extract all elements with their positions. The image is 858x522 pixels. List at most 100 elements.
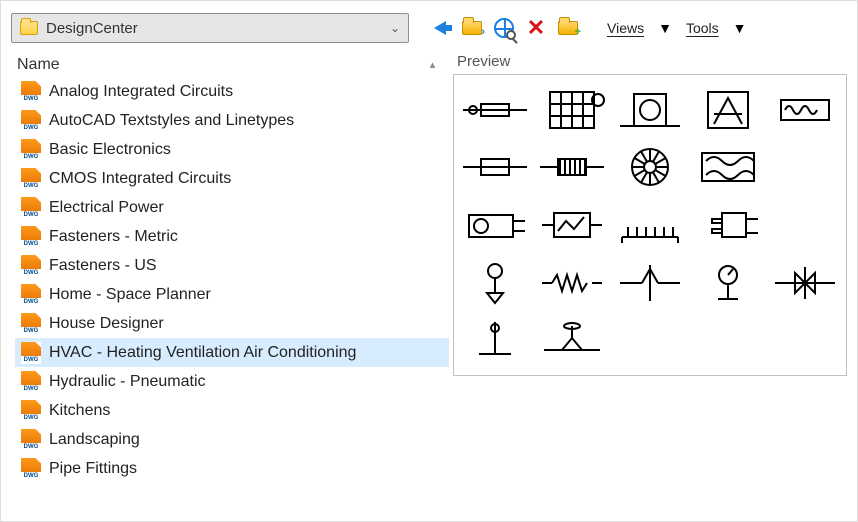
chevron-down-icon[interactable]: ▼ <box>658 20 672 36</box>
preview-thumbnail[interactable] <box>456 311 534 369</box>
list-column-header[interactable]: Name ▴ <box>15 53 449 77</box>
chevron-down-icon: ⌄ <box>390 21 400 35</box>
list-item[interactable]: CMOS Integrated Circuits <box>15 164 449 193</box>
dwg-file-icon <box>21 429 41 451</box>
list-item-label: Basic Electronics <box>49 141 171 159</box>
list-item-label: Home - Space Planner <box>49 286 211 304</box>
folder-dropdown[interactable]: DesignCenter ⌄ <box>11 13 409 43</box>
dwg-file-icon <box>21 197 41 219</box>
delete-button[interactable]: ✕ <box>523 15 549 41</box>
tools-menu[interactable]: Tools <box>678 15 727 41</box>
globe-search-icon <box>494 18 514 38</box>
list-item[interactable]: Hydraulic - Pneumatic <box>15 367 449 396</box>
flex-duct-icon <box>536 141 608 193</box>
open-folder-icon: › <box>462 21 482 35</box>
dwg-file-icon <box>21 226 41 248</box>
globe-valve-icon <box>536 314 608 366</box>
fan-unit-icon <box>614 84 686 136</box>
preview-thumbnail[interactable] <box>766 81 844 139</box>
preview-thumbnail[interactable] <box>611 254 689 312</box>
list-item[interactable]: Kitchens <box>15 396 449 425</box>
radial-fan-icon <box>614 141 686 193</box>
list-item-label: Landscaping <box>49 431 140 449</box>
file-list-pane: Name ▴ Analog Integrated Circuits AutoCAD… <box>11 53 449 509</box>
filter-inline-icon <box>459 141 531 193</box>
preview-thumbnail[interactable] <box>611 196 689 254</box>
list-item-label: AutoCAD Textstyles and Linetypes <box>49 112 294 130</box>
preview-thumbnail[interactable] <box>611 139 689 197</box>
preview-thumbnail <box>766 196 844 254</box>
resistor-spring-icon <box>536 257 608 309</box>
column-base-icon <box>459 314 531 366</box>
heating-coil-icon <box>769 84 841 136</box>
list-item[interactable]: AutoCAD Textstyles and Linetypes <box>15 106 449 135</box>
butterfly-valve-icon <box>769 257 841 309</box>
new-folder-button[interactable]: + <box>555 15 581 41</box>
list-item[interactable]: Electrical Power <box>15 193 449 222</box>
dwg-file-icon <box>21 342 41 364</box>
list-item-label: Pipe Fittings <box>49 460 137 478</box>
grille-icon <box>614 199 686 251</box>
zigzag-duct-icon <box>692 141 764 193</box>
silencer-block-icon <box>692 199 764 251</box>
list-item[interactable]: Analog Integrated Circuits <box>15 77 449 106</box>
folder-icon <box>20 21 38 35</box>
tools-menu-label: Tools <box>686 20 719 36</box>
thermostat-icon <box>614 257 686 309</box>
list-item-label: Fasteners - Metric <box>49 228 178 246</box>
dwg-file-icon <box>21 313 41 335</box>
search-web-button[interactable] <box>491 15 517 41</box>
list-item-label: HVAC - Heating Ventilation Air Condition… <box>49 344 356 362</box>
compressor-icon <box>459 199 531 251</box>
list-item[interactable]: Home - Space Planner <box>15 280 449 309</box>
list-item-label: Analog Integrated Circuits <box>49 83 233 101</box>
dwg-file-icon <box>21 81 41 103</box>
preview-thumbnail[interactable] <box>689 254 767 312</box>
list-item[interactable]: Basic Electronics <box>15 135 449 164</box>
list-item-label: Fasteners - US <box>49 257 157 275</box>
preview-thumbnail[interactable] <box>689 139 767 197</box>
list-item[interactable]: Pipe Fittings <box>15 454 449 483</box>
back-button[interactable] <box>427 15 453 41</box>
dwg-file-icon <box>21 284 41 306</box>
controller-icon <box>536 199 608 251</box>
preview-thumbnail[interactable] <box>534 196 612 254</box>
list-item[interactable]: Fasteners - US <box>15 251 449 280</box>
folder-dropdown-label: DesignCenter <box>46 20 382 37</box>
list-item[interactable]: HVAC - Heating Ventilation Air Condition… <box>15 338 449 367</box>
open-folder-button[interactable]: › <box>459 15 485 41</box>
preview-thumbnail[interactable] <box>456 254 534 312</box>
preview-thumbnail[interactable] <box>534 81 612 139</box>
dwg-file-icon <box>21 458 41 480</box>
chevron-down-icon[interactable]: ▼ <box>733 20 747 36</box>
dwg-file-icon <box>21 168 41 190</box>
preview-thumbnail[interactable] <box>456 196 534 254</box>
preview-thumbnail[interactable] <box>456 139 534 197</box>
preview-title: Preview <box>457 53 847 70</box>
column-header-name: Name <box>17 56 60 74</box>
preview-thumbnail[interactable] <box>456 81 534 139</box>
preview-thumbnail[interactable] <box>611 81 689 139</box>
damper-inline-icon <box>459 84 531 136</box>
sort-ascending-icon: ▴ <box>430 58 436 71</box>
delete-x-icon: ✕ <box>527 17 545 39</box>
list-item-label: House Designer <box>49 315 164 333</box>
list-item[interactable]: House Designer <box>15 309 449 338</box>
dwg-file-icon <box>21 400 41 422</box>
preview-thumbnail[interactable] <box>534 311 612 369</box>
pressure-gauge-icon <box>692 257 764 309</box>
new-folder-icon: + <box>558 21 578 35</box>
preview-thumbnail <box>766 311 844 369</box>
preview-thumbnail[interactable] <box>689 81 767 139</box>
preview-thumbnail[interactable] <box>689 196 767 254</box>
preview-thumbnail[interactable] <box>766 254 844 312</box>
gauge-valve-icon <box>459 257 531 309</box>
dwg-file-icon <box>21 139 41 161</box>
preview-thumbnail[interactable] <box>534 254 612 312</box>
list-item-label: CMOS Integrated Circuits <box>49 170 231 188</box>
views-menu[interactable]: Views <box>599 15 652 41</box>
preview-thumbnail[interactable] <box>534 139 612 197</box>
list-item[interactable]: Landscaping <box>15 425 449 454</box>
dwg-file-icon <box>21 255 41 277</box>
list-item[interactable]: Fasteners - Metric <box>15 222 449 251</box>
